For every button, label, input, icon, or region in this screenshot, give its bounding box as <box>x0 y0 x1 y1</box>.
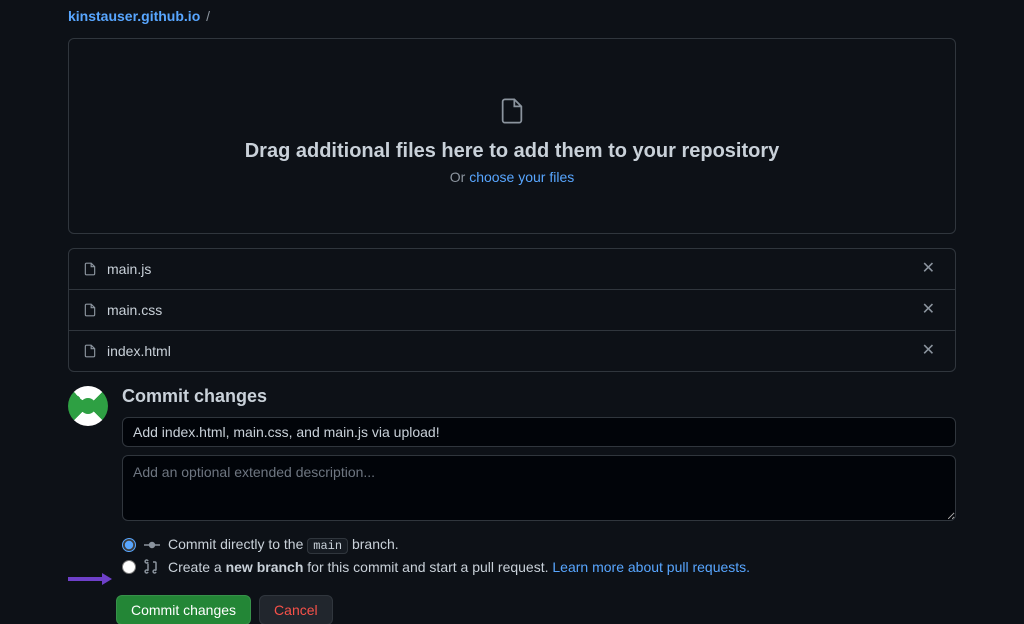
commit-description-textarea[interactable] <box>122 455 956 521</box>
git-commit-icon <box>144 537 160 553</box>
commit-newbranch-radio[interactable] <box>122 560 136 574</box>
commit-direct-radio-row[interactable]: Commit directly to the main branch. <box>122 536 956 553</box>
annotation-arrow-icon <box>68 572 112 586</box>
avatar <box>68 386 108 426</box>
breadcrumb-separator: / <box>206 8 210 24</box>
breadcrumb: kinstauser.github.io / <box>68 0 956 28</box>
choose-files-link[interactable]: choose your files <box>469 169 574 185</box>
file-dropzone[interactable]: Drag additional files here to add them t… <box>68 38 956 234</box>
file-icon <box>83 343 97 359</box>
learn-pull-requests-link[interactable]: Learn more about pull requests. <box>552 559 750 575</box>
file-name: index.html <box>107 343 916 359</box>
file-row: index.html ✕ <box>69 331 955 371</box>
file-name: main.css <box>107 302 916 318</box>
remove-file-button[interactable]: ✕ <box>916 259 941 279</box>
file-icon <box>498 95 526 127</box>
file-name: main.js <box>107 261 916 277</box>
breadcrumb-repo-link[interactable]: kinstauser.github.io <box>68 8 200 24</box>
remove-file-button[interactable]: ✕ <box>916 341 941 361</box>
file-row: main.css ✕ <box>69 290 955 331</box>
dropzone-headline: Drag additional files here to add them t… <box>89 140 935 163</box>
uploaded-files-list: main.js ✕ main.css ✕ index.html ✕ <box>68 248 956 372</box>
commit-newbranch-radio-row[interactable]: Create a new branch for this commit and … <box>122 559 956 575</box>
remove-file-button[interactable]: ✕ <box>916 300 941 320</box>
file-icon <box>83 261 97 277</box>
branch-name-pill: main <box>307 538 348 554</box>
file-row: main.js ✕ <box>69 249 955 290</box>
commit-summary-input[interactable] <box>122 417 956 447</box>
dropzone-subtext: Or choose your files <box>89 169 935 185</box>
cancel-button[interactable]: Cancel <box>259 595 333 624</box>
git-pull-request-icon <box>144 559 160 575</box>
file-icon <box>83 302 97 318</box>
commit-heading: Commit changes <box>122 386 956 407</box>
commit-changes-button[interactable]: Commit changes <box>116 595 251 624</box>
commit-direct-radio[interactable] <box>122 538 136 552</box>
